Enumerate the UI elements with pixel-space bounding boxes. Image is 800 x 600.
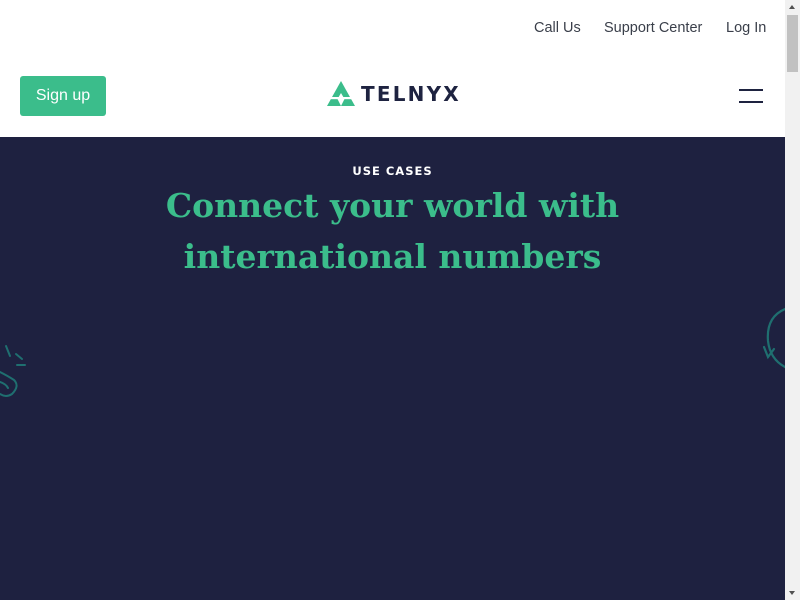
menu-line (739, 101, 763, 103)
call-us-link[interactable]: Call Us (534, 20, 581, 36)
decorative-refresh-arrow-icon (762, 307, 785, 369)
page: Call Us Support Center Log In Sign up TE… (0, 0, 785, 600)
hero-headline: Connect your world with international nu… (165, 186, 620, 276)
telnyx-logo-mark-icon (327, 81, 355, 106)
hamburger-menu-icon[interactable] (739, 87, 763, 105)
log-in-link[interactable]: Log In (726, 20, 766, 36)
support-center-link[interactable]: Support Center (604, 20, 702, 36)
sign-up-button[interactable]: Sign up (20, 76, 106, 116)
menu-line (739, 89, 763, 91)
scrollbar-thumb[interactable] (787, 15, 798, 72)
logo-wordmark: TELNYX (361, 82, 461, 106)
top-utility-bar: Call Us Support Center Log In (0, 0, 785, 56)
hero-section: USE CASES Connect your world with intern… (0, 137, 785, 600)
scroll-down-arrow-icon[interactable] (785, 586, 800, 600)
vertical-scrollbar[interactable] (785, 0, 800, 600)
decorative-hand-icon (0, 345, 26, 397)
scroll-up-arrow-icon[interactable] (785, 0, 800, 14)
telnyx-logo[interactable]: TELNYX (326, 80, 461, 108)
hero-eyebrow: USE CASES (352, 164, 433, 178)
main-navigation: Sign up TELNYX (0, 56, 785, 136)
